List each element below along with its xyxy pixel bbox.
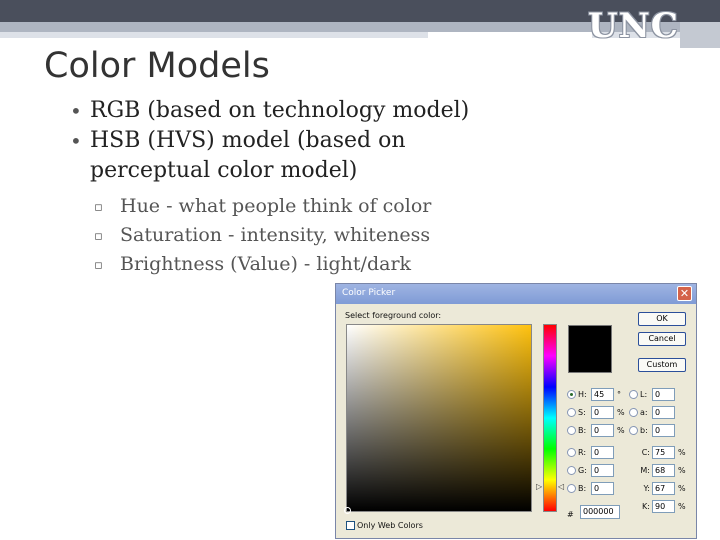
dialog-title: Color Picker <box>342 288 396 298</box>
sub-bullet-item: ▫ Hue - what people think of color <box>70 192 590 221</box>
bullet-item: • HSB (HVS) model (based on <box>70 126 590 156</box>
hex-label: # <box>567 510 574 519</box>
bullet-dot-icon: • <box>70 99 82 123</box>
cyan-row: C: 75 % <box>636 446 692 460</box>
cyan-unit: % <box>678 448 686 457</box>
bullet-text: HSB (HVS) model (based on <box>90 128 406 153</box>
square-bullet-icon: ▫ <box>94 229 103 244</box>
current-color-swatch <box>568 325 612 373</box>
magenta-row: M: 68 % <box>636 464 692 478</box>
blue-input[interactable]: 0 <box>591 482 614 495</box>
cancel-button[interactable]: Cancel <box>638 332 686 346</box>
blue-label: B: <box>578 484 587 493</box>
cyan-label: C: <box>641 448 650 457</box>
sub-bullet-text: Brightness (Value) - light/dark <box>120 253 412 275</box>
only-web-colors-checkbox[interactable] <box>346 521 355 530</box>
square-bullet-icon: ▫ <box>94 258 103 273</box>
hue-unit: ° <box>617 390 621 399</box>
saturation-radio[interactable] <box>567 408 576 417</box>
sub-bullet-text: Hue - what people think of color <box>120 195 432 217</box>
magenta-unit: % <box>678 466 686 475</box>
hue-slider[interactable] <box>543 324 557 512</box>
lab-l-radio[interactable] <box>629 390 638 399</box>
sub-bullet-item: ▫ Brightness (Value) - light/dark <box>70 250 590 279</box>
red-row: R: 0 <box>567 446 627 460</box>
bullet-item: • RGB (based on technology model) <box>70 96 590 126</box>
brightness-input[interactable]: 0 <box>591 424 614 437</box>
magenta-label: M: <box>640 466 650 475</box>
green-input[interactable]: 0 <box>591 464 614 477</box>
sub-bullet-item: ▫ Saturation - intensity, whiteness <box>70 221 590 250</box>
color-picker-dialog: Color Picker ✕ Select foreground color: … <box>335 283 697 539</box>
brightness-radio[interactable] <box>567 426 576 435</box>
lab-a-row: a: 0 <box>629 406 689 420</box>
hue-input[interactable]: 45 <box>591 388 614 401</box>
hue-radio[interactable] <box>567 390 576 399</box>
custom-button[interactable]: Custom <box>638 358 686 372</box>
dialog-titlebar[interactable]: Color Picker ✕ <box>336 284 696 304</box>
yellow-input[interactable]: 67 <box>652 482 675 495</box>
yellow-unit: % <box>678 484 686 493</box>
unc-logo: UNC <box>588 6 679 46</box>
bullet-text: perceptual color model) <box>90 158 358 183</box>
header-band-right <box>680 22 720 48</box>
bullet-dot-icon: • <box>70 129 82 153</box>
sub-bullet-text: Saturation - intensity, whiteness <box>120 224 431 246</box>
yellow-row: Y: 67 % <box>636 482 692 496</box>
green-radio[interactable] <box>567 466 576 475</box>
close-icon: ✕ <box>679 287 690 300</box>
bullet-text: RGB (based on technology model) <box>90 98 470 123</box>
hue-slider-right-arrow-icon[interactable]: ◁ <box>558 482 564 491</box>
lab-a-label: a: <box>640 408 648 417</box>
green-row: G: 0 <box>567 464 627 478</box>
magenta-input[interactable]: 68 <box>652 464 675 477</box>
close-button[interactable]: ✕ <box>677 286 692 301</box>
hue-label: H: <box>578 390 587 399</box>
black-label: K: <box>642 502 650 511</box>
cyan-input[interactable]: 75 <box>652 446 675 459</box>
brightness-label: B: <box>578 426 587 435</box>
saturation-brightness-field[interactable] <box>344 324 532 514</box>
lab-l-input[interactable]: 0 <box>652 388 675 401</box>
saturation-input[interactable]: 0 <box>591 406 614 419</box>
lab-a-input[interactable]: 0 <box>652 406 675 419</box>
hue-slider-left-arrow-icon[interactable]: ▷ <box>536 482 542 491</box>
saturation-row: S: 0 % <box>567 406 627 420</box>
brightness-row: B: 0 % <box>567 424 627 438</box>
saturation-label: S: <box>578 408 586 417</box>
header-band-gap <box>428 32 592 46</box>
lab-l-label: L: <box>640 390 648 399</box>
red-input[interactable]: 0 <box>591 446 614 459</box>
black-row: K: 90 % <box>636 500 692 514</box>
red-label: R: <box>578 448 587 457</box>
lab-b-row: b: 0 <box>629 424 689 438</box>
only-web-colors-label: Only Web Colors <box>357 521 423 530</box>
ok-button[interactable]: OK <box>638 312 686 326</box>
square-bullet-icon: ▫ <box>94 200 103 215</box>
lab-b-radio[interactable] <box>629 426 638 435</box>
green-label: G: <box>578 466 587 475</box>
lab-a-radio[interactable] <box>629 408 638 417</box>
saturation-unit: % <box>617 408 625 417</box>
lab-l-row: L: 0 <box>629 388 689 402</box>
red-radio[interactable] <box>567 448 576 457</box>
black-unit: % <box>678 502 686 511</box>
hue-row: H: 45 ° <box>567 388 627 402</box>
hex-input[interactable]: 000000 <box>580 505 620 519</box>
blue-row: B: 0 <box>567 482 627 496</box>
color-marker[interactable] <box>344 507 351 514</box>
black-input[interactable]: 90 <box>652 500 675 513</box>
yellow-label: Y: <box>643 484 650 493</box>
slide-title: Color Models <box>44 46 270 86</box>
bullet-item-continuation: perceptual color model) <box>70 156 590 186</box>
lab-b-label: b: <box>640 426 648 435</box>
blue-radio[interactable] <box>567 484 576 493</box>
select-foreground-label: Select foreground color: <box>345 311 442 320</box>
brightness-unit: % <box>617 426 625 435</box>
bullet-list: • RGB (based on technology model) • HSB (H… <box>70 96 590 279</box>
lab-b-input[interactable]: 0 <box>652 424 675 437</box>
